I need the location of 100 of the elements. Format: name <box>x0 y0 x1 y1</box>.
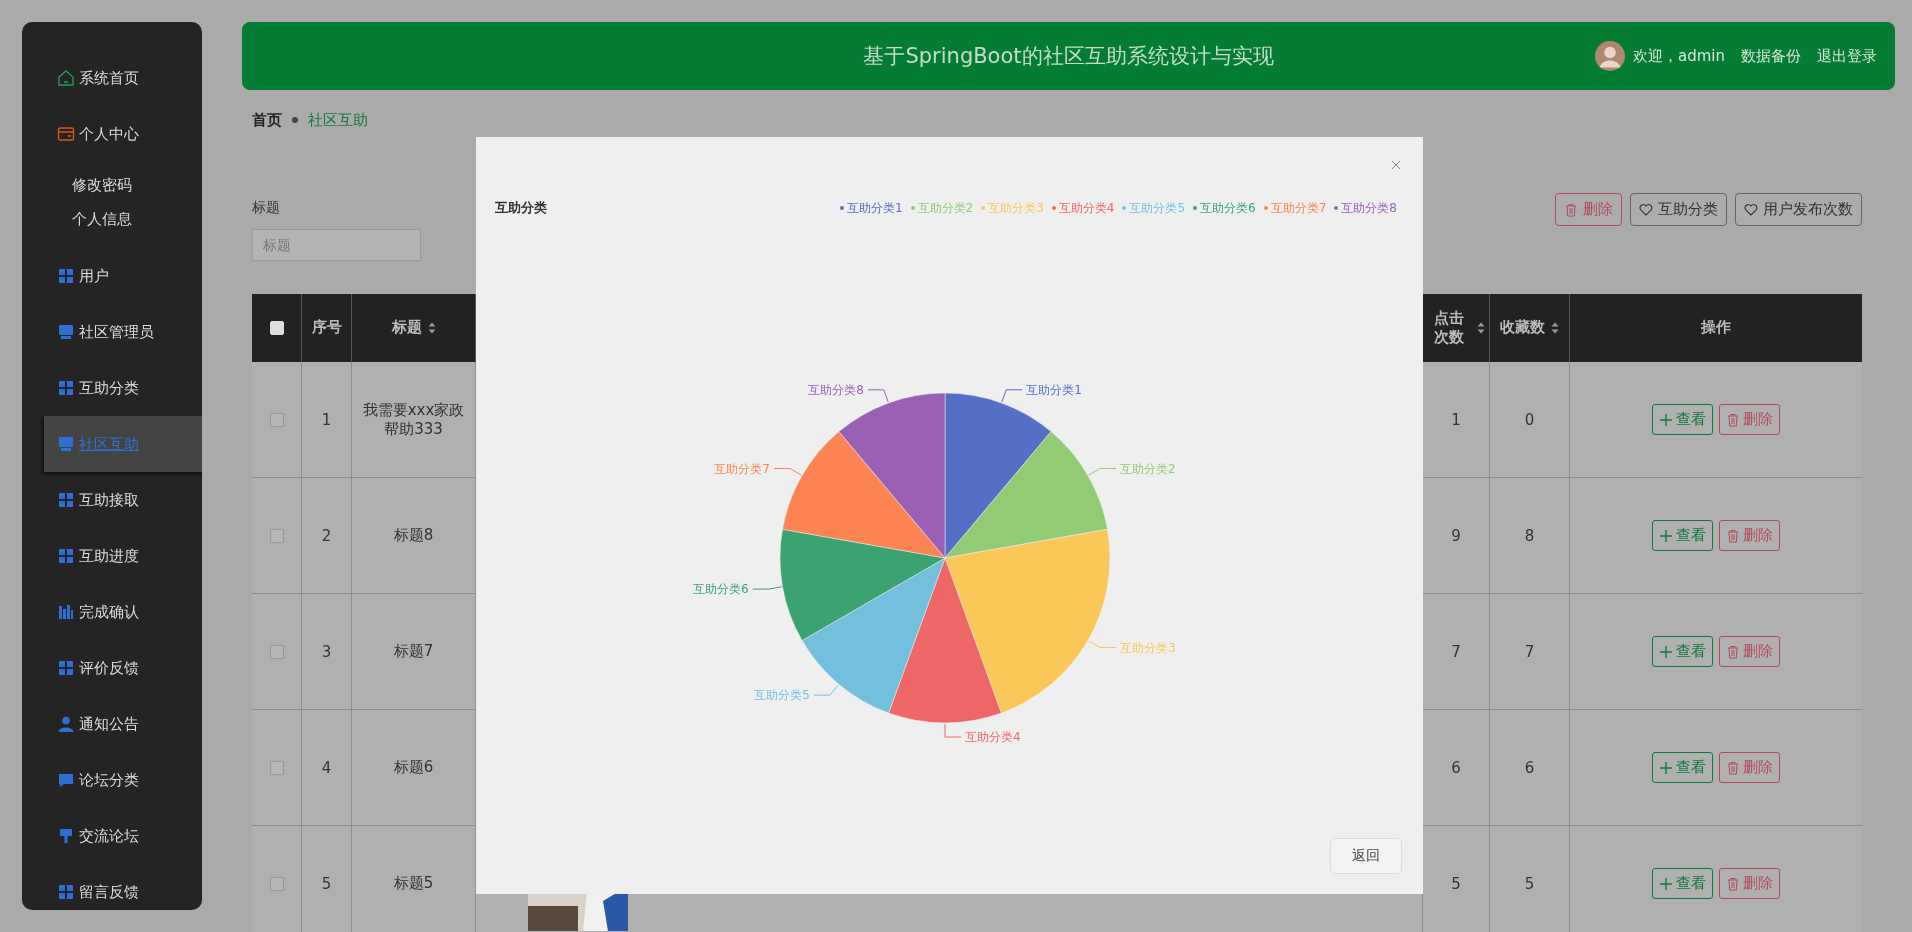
sidebar-item[interactable]: 互助接取 <box>22 472 202 528</box>
leader-line <box>1088 640 1117 648</box>
table-cell: 标题5 <box>393 874 434 893</box>
grid-icon <box>57 267 75 285</box>
toolbar-button[interactable]: 用户发布次数 <box>1735 193 1862 226</box>
table-cell: 5 <box>1451 874 1461 893</box>
sidebar-item[interactable]: 评价反馈 <box>22 640 202 696</box>
trash-icon <box>1726 760 1740 775</box>
chat-icon <box>57 771 75 789</box>
row-checkbox[interactable] <box>269 644 284 659</box>
trash-icon <box>1726 644 1740 659</box>
table-cell: 6 <box>1451 758 1461 777</box>
sidebar-item[interactable]: 互助进度 <box>22 528 202 584</box>
row-checkbox[interactable] <box>269 760 284 775</box>
welcome-text: 欢迎，admin <box>1633 46 1725 66</box>
table-cell: 7 <box>1451 642 1461 661</box>
table-cell: 5 <box>321 874 332 893</box>
toolbar-button[interactable]: 互助分类 <box>1630 193 1727 226</box>
slice-label: 互助分类3 <box>1120 640 1176 655</box>
table-cell: 3 <box>321 642 332 661</box>
plus-icon <box>1659 760 1673 775</box>
field-label: 标题 <box>252 199 281 217</box>
table-cell: 标题8 <box>393 526 434 545</box>
sidebar-item[interactable]: 论坛分类 <box>22 752 202 808</box>
sidebar-item[interactable]: 系统首页 <box>22 50 202 106</box>
sidebar-item[interactable]: 互助分类 <box>22 360 202 416</box>
avatar-icon <box>1595 41 1625 71</box>
plus-icon <box>1659 876 1673 891</box>
monitor-icon <box>57 435 75 453</box>
back-button[interactable]: 返回 <box>1330 838 1402 874</box>
sidebar-item[interactable]: 个人中心 <box>22 106 202 162</box>
leader-line <box>1001 389 1023 403</box>
trash-icon <box>1726 876 1740 891</box>
sidebar-item[interactable]: 社区管理员 <box>22 304 202 360</box>
leader-line <box>944 723 962 738</box>
title-input[interactable]: 标题 <box>252 229 421 261</box>
plus-icon <box>1659 644 1673 659</box>
monitor-icon <box>57 323 75 341</box>
sort-icon[interactable] <box>1477 322 1485 334</box>
slice-label: 互助分类8 <box>808 382 864 397</box>
leader-line <box>773 468 802 476</box>
header-link[interactable]: 退出登录 <box>1817 46 1877 66</box>
plus-icon <box>1659 412 1673 427</box>
legend-label[interactable]: 互助分类1 <box>846 199 903 217</box>
slice-label: 互助分类7 <box>714 461 770 476</box>
legend-label[interactable]: 互助分类8 <box>1341 199 1397 217</box>
person-icon <box>57 715 75 733</box>
chart-icon <box>57 603 75 621</box>
table-cell: 8 <box>1524 526 1535 545</box>
sidebar-item[interactable]: 用户 <box>22 248 202 304</box>
row-checkbox[interactable] <box>269 412 284 427</box>
slice-label: 互助分类4 <box>965 730 1021 744</box>
table-cell: 标题7 <box>393 642 434 661</box>
pin-icon <box>57 827 75 845</box>
sidebar-item[interactable]: 留言反馈 <box>22 864 202 910</box>
header-link[interactable]: 数据备份 <box>1741 46 1801 66</box>
close-icon[interactable] <box>1391 160 1401 170</box>
sidebar-item[interactable]: 完成确认 <box>22 584 202 640</box>
home-icon <box>57 69 75 87</box>
sort-icon[interactable] <box>1551 322 1559 334</box>
submenu-item[interactable]: 个人信息 <box>22 202 152 236</box>
grid-icon <box>57 659 75 677</box>
slice-label: 互助分类1 <box>1026 382 1082 397</box>
sort-icon[interactable] <box>427 322 436 334</box>
slice-label: 互助分类5 <box>754 688 810 703</box>
table-cell: 1 <box>1451 410 1461 429</box>
table-cell: 0 <box>1524 410 1535 429</box>
leader-line <box>867 389 889 403</box>
select-all-checkbox[interactable] <box>269 321 284 335</box>
table-cell: 5 <box>1524 874 1535 893</box>
heart-icon <box>1744 202 1758 217</box>
plus-icon <box>1659 528 1673 543</box>
heart-icon <box>1639 202 1653 217</box>
table-cell: 4 <box>321 758 332 777</box>
breadcrumb-current: 社区互助 <box>308 110 368 130</box>
row-checkbox[interactable] <box>269 528 284 543</box>
trash-icon <box>1726 412 1740 427</box>
table-cell: 7 <box>1524 642 1535 661</box>
grid-icon <box>57 491 75 509</box>
table-cell: 6 <box>1524 758 1535 777</box>
trash-icon <box>1726 528 1740 543</box>
grid-icon <box>57 547 75 565</box>
trash-icon <box>1564 202 1578 217</box>
grid-icon <box>57 379 75 397</box>
table-cell: 9 <box>1451 526 1461 545</box>
row-checkbox[interactable] <box>269 876 284 891</box>
sidebar-item[interactable]: 交流论坛 <box>22 808 202 864</box>
slice-label: 互助分类6 <box>693 582 749 597</box>
column-header: 操作 <box>1700 317 1732 339</box>
grid-icon <box>57 883 75 901</box>
submenu-item[interactable]: 修改密码 <box>22 168 152 202</box>
system-title: 基于SpringBoot的社区互助系统设计与实现 <box>863 43 1274 70</box>
table-cell: 1 <box>321 410 332 429</box>
table-cell: 标题6 <box>393 758 434 777</box>
sidebar-item[interactable]: 通知公告 <box>22 696 202 752</box>
table-cell-text: 我需要xxx家政帮助333 <box>361 400 466 439</box>
slice-label: 互助分类2 <box>1120 461 1176 476</box>
table-cell: 2 <box>321 526 332 545</box>
breadcrumb-link[interactable]: 首页 <box>252 110 282 130</box>
leader-line <box>1088 468 1117 476</box>
